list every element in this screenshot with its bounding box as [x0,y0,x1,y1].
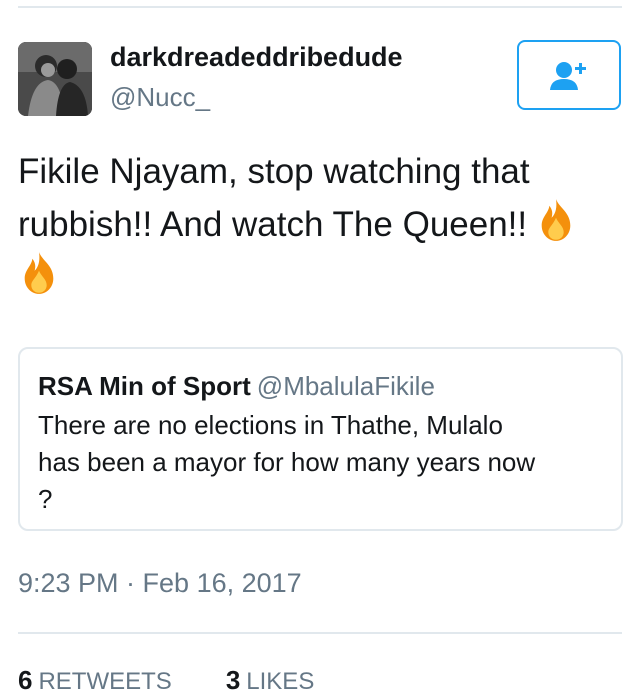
avatar-photo [18,42,92,116]
quoted-text-line: ? [38,484,53,514]
tweet-text-line: Fikile Njayam, stop watching that [18,152,530,191]
add-user-icon [550,62,586,90]
likes-label: LIKES [246,668,315,695]
author-handle[interactable]: @Nucc_ [110,82,210,113]
likes-count: 3 [225,665,241,695]
fire-icon [24,252,54,294]
tweet-timestamp[interactable]: 9:23 PM · Feb 16, 2017 [18,568,302,599]
quoted-author-name: RSA Min of Sport [38,371,251,401]
top-divider [18,6,622,8]
tweet-text-line [18,251,618,304]
quoted-tweet-card[interactable]: RSA Min of Sport @MbalulaFikile There are… [18,347,623,531]
retweets-stat[interactable]: 6 RETWEETS [18,665,172,696]
quoted-tweet-header: RSA Min of Sport @MbalulaFikile [38,371,435,402]
follow-button[interactable] [517,40,621,110]
author-display-name[interactable]: darkdreadeddribedude [110,42,403,73]
quoted-text-line: has been a mayor for how many years now [38,447,536,477]
quoted-text-line: There are no elections in Thathe, Mulalo [38,410,503,440]
retweets-count: 6 [18,665,33,695]
engagement-stats: 6 RETWEETS 3 LIKES [18,665,368,696]
avatar[interactable] [18,42,92,116]
fire-icon [541,199,571,241]
tweet-text-line-content: rubbish!! And watch The Queen!! [18,205,528,244]
tweet-text-line: rubbish!! And watch The Queen!! [18,198,618,251]
retweets-label: RETWEETS [38,668,172,695]
tweet-text: Fikile Njayam, stop watching that rubbis… [18,146,618,304]
quoted-author-handle: @MbalulaFikile [256,371,435,401]
stats-divider [18,632,622,634]
likes-stat[interactable]: 3 LIKES [226,665,315,696]
quoted-tweet-text: There are no elections in Thathe, Mulalo… [38,407,608,518]
